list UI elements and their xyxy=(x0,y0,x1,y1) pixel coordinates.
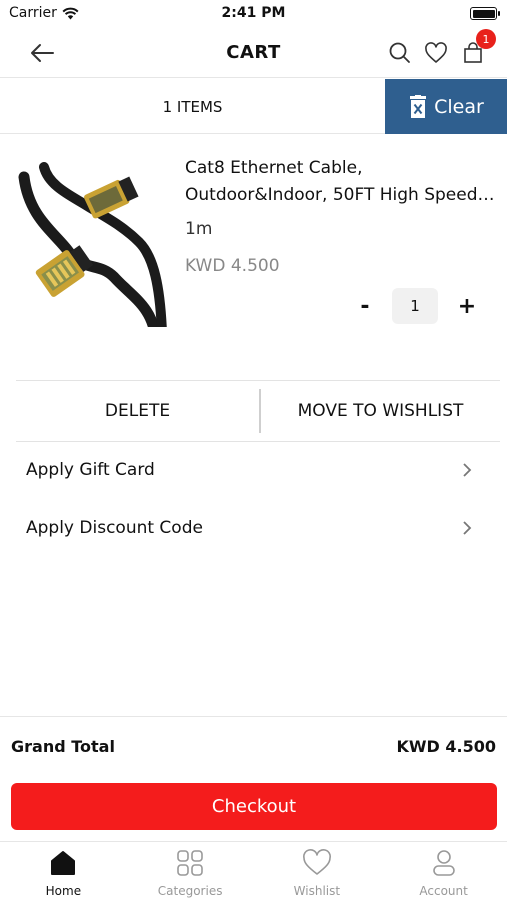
move-to-wishlist-button[interactable]: MOVE TO WISHLIST xyxy=(261,381,500,441)
search-icon xyxy=(389,42,410,63)
clear-trash-icon xyxy=(410,94,427,118)
clear-label: Clear xyxy=(434,95,484,118)
increase-quantity-button[interactable]: + xyxy=(454,288,480,324)
cart-button[interactable]: 1 xyxy=(460,29,496,66)
item-actions: DELETE MOVE TO WISHLIST xyxy=(16,380,500,442)
decrease-quantity-button[interactable]: - xyxy=(352,288,378,324)
product-name[interactable]: Cat8 Ethernet Cable, Outdoor&Indoor, 50F… xyxy=(185,155,495,209)
delete-button[interactable]: DELETE xyxy=(16,381,259,441)
status-bar: Carrier 2:41 PM xyxy=(0,0,507,28)
checkout-button[interactable]: Checkout xyxy=(11,783,497,830)
chevron-right-icon xyxy=(463,521,472,535)
cart-summary-bar: 1 ITEMS Clear xyxy=(0,79,507,134)
tab-account-label: Account xyxy=(419,884,468,898)
tab-wishlist-label: Wishlist xyxy=(293,884,341,898)
search-button[interactable] xyxy=(387,40,413,66)
tab-categories[interactable]: Categories xyxy=(127,842,254,900)
apply-discount-code-row[interactable]: Apply Discount Code xyxy=(26,513,472,543)
apply-gift-card-label: Apply Gift Card xyxy=(26,460,155,480)
tab-wishlist[interactable]: Wishlist xyxy=(254,842,381,900)
clock: 2:41 PM xyxy=(221,5,286,21)
tab-account[interactable]: Account xyxy=(380,842,507,900)
tab-categories-label: Categories xyxy=(157,884,223,898)
categories-icon xyxy=(175,848,205,878)
apply-discount-code-label: Apply Discount Code xyxy=(26,518,203,538)
battery-icon xyxy=(470,7,500,20)
tab-home[interactable]: Home xyxy=(0,842,127,900)
product-variant: 1m xyxy=(185,219,213,239)
quantity-stepper: - 1 + xyxy=(352,288,480,324)
cart-count-badge: 1 xyxy=(476,29,496,49)
apply-gift-card-row[interactable]: Apply Gift Card xyxy=(26,455,472,485)
product-price: KWD 4.500 xyxy=(185,256,280,276)
wishlist-header-button[interactable] xyxy=(423,40,449,66)
grand-total-value: KWD 4.500 xyxy=(396,737,496,756)
bottom-tab-bar: Home Categories Wishlist Account xyxy=(0,841,507,900)
account-icon xyxy=(429,848,459,878)
product-name-line-2: Outdoor&Indoor, 50FT High Speed… xyxy=(185,185,495,205)
items-count: 1 ITEMS xyxy=(162,97,223,116)
chevron-right-icon xyxy=(463,463,472,477)
product-name-line-1: Cat8 Ethernet Cable, xyxy=(185,158,363,178)
heart-icon xyxy=(302,848,332,878)
heart-icon xyxy=(425,42,447,63)
nav-bar: CART 1 xyxy=(0,28,507,78)
grand-total-label: Grand Total xyxy=(11,737,115,756)
home-icon xyxy=(48,848,78,878)
tab-home-label: Home xyxy=(45,884,82,898)
clear-cart-button[interactable]: Clear xyxy=(385,79,507,134)
grand-total-row: Grand Total KWD 4.500 xyxy=(0,716,507,776)
cart-item: Cat8 Ethernet Cable, Outdoor&Indoor, 50F… xyxy=(0,135,507,380)
quantity-value[interactable]: 1 xyxy=(392,288,438,324)
product-image[interactable] xyxy=(14,157,172,327)
